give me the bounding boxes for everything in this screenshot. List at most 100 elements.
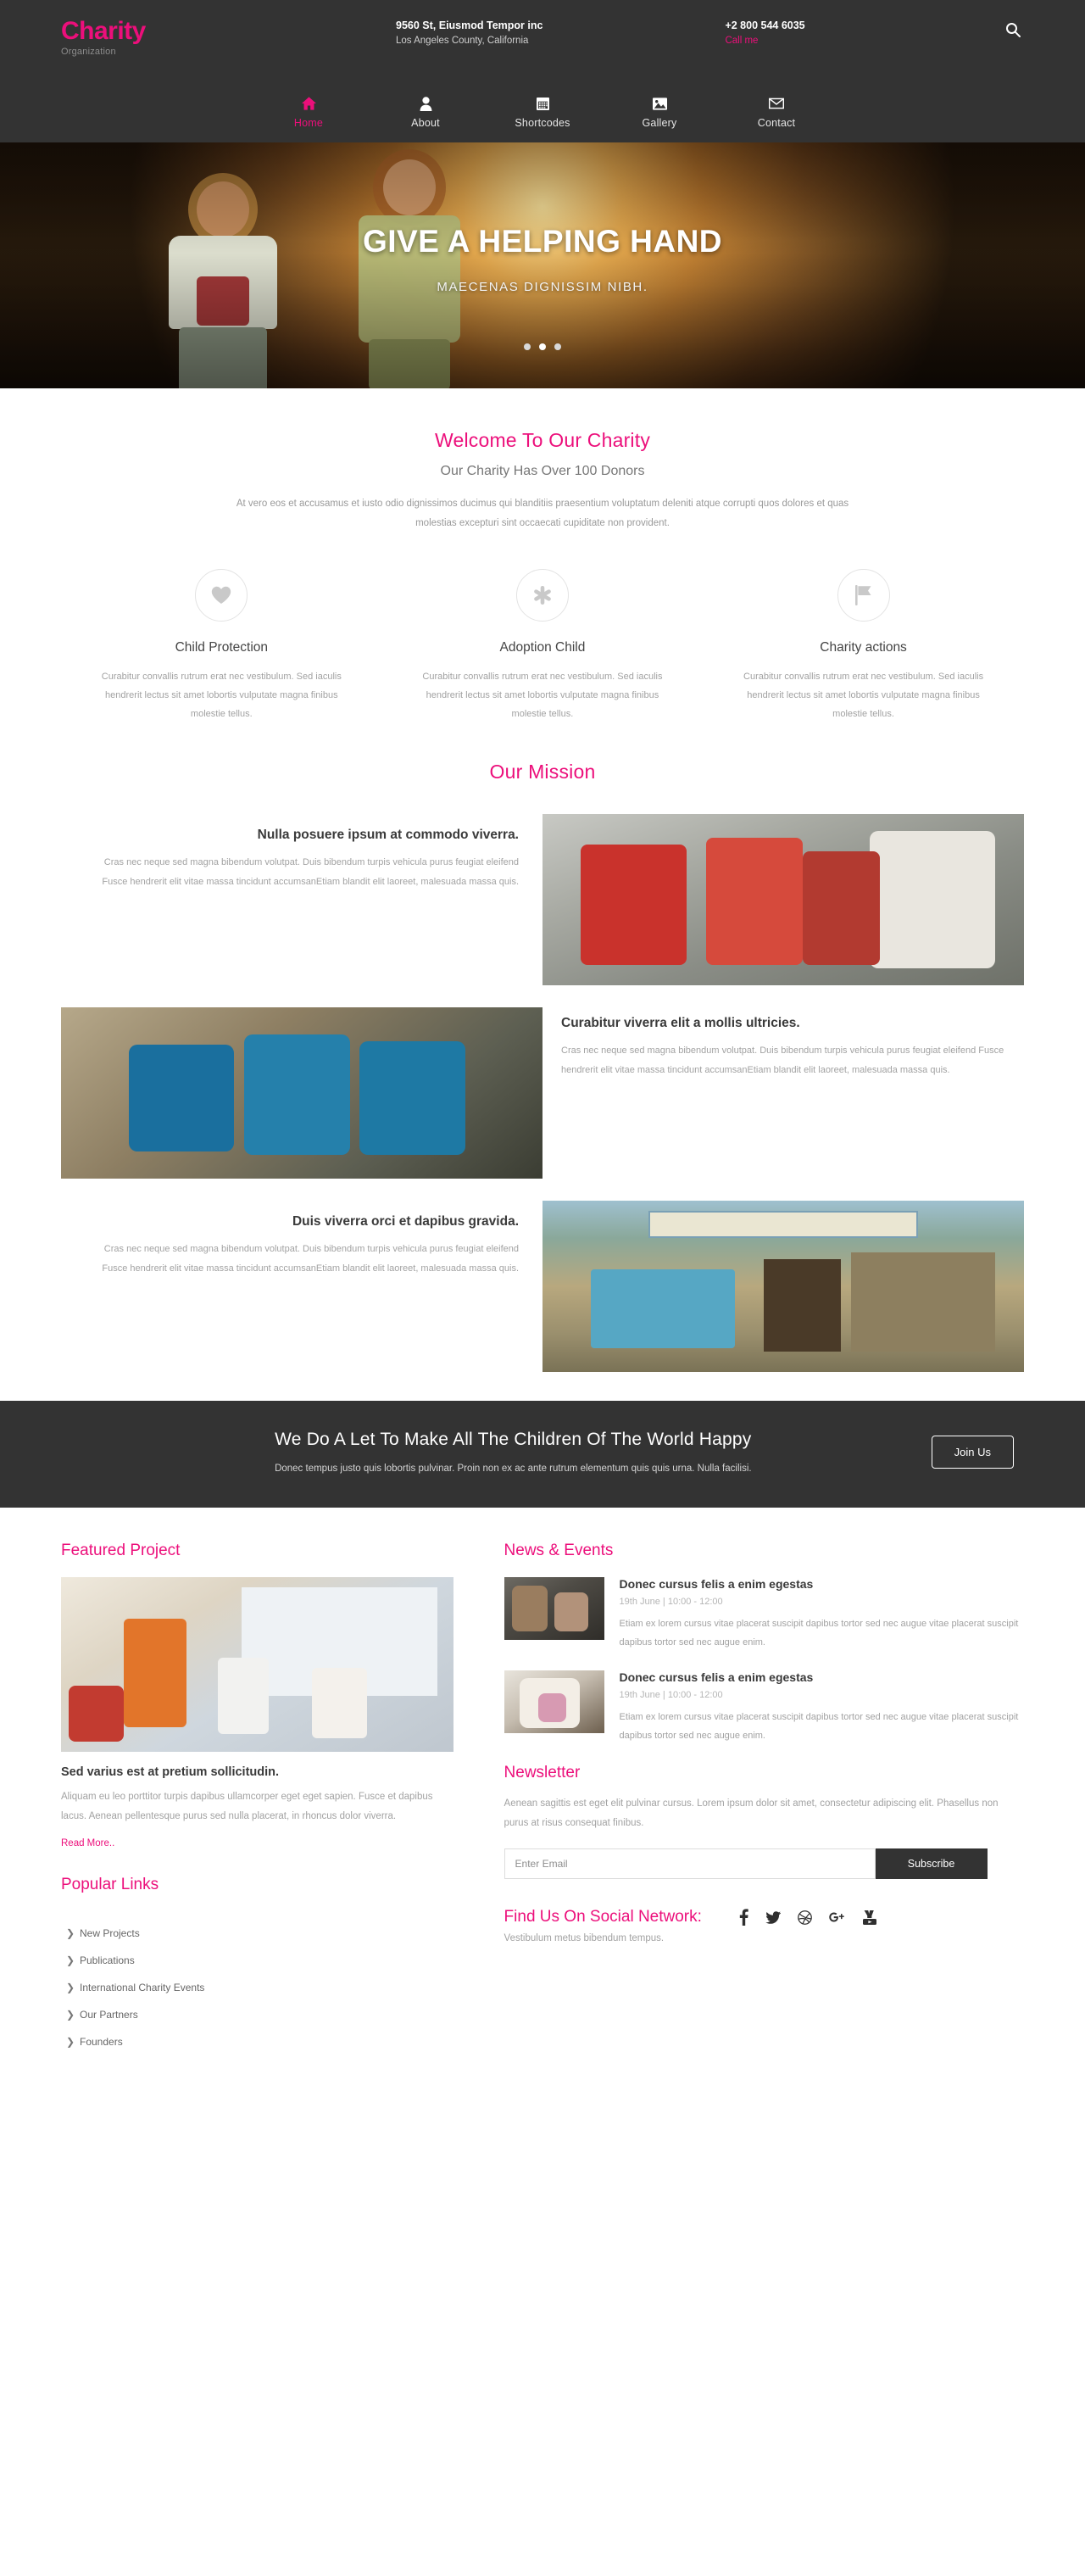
calendar-icon (484, 95, 601, 112)
heart-icon[interactable] (195, 569, 248, 622)
google-plus-icon[interactable] (829, 1910, 846, 1924)
services-list: Child Protection Curabitur convallis rut… (61, 569, 1024, 723)
nav-label-home: Home (293, 117, 324, 129)
news-meta: 19th June | 10:00 - 12:00 (619, 1597, 723, 1607)
popular-link-label: Founders (80, 2036, 123, 2048)
news-body: Donec cursus felis a enim egestas 19th J… (620, 1670, 1024, 1745)
chevron-right-icon: ❯ (66, 2036, 75, 2048)
news-meta: 19th June | 10:00 - 12:00 (619, 1690, 723, 1700)
news-text: Etiam ex lorem cursus vitae placerat sus… (619, 1619, 1019, 1648)
list-item[interactable]: ❯ Publications (61, 1947, 453, 1974)
read-more-link[interactable]: Read More.. (61, 1838, 114, 1848)
mission-title: Our Mission (489, 761, 596, 783)
chevron-right-icon: ❯ (66, 2009, 75, 2021)
social-title: Find Us On Social Network: (504, 1908, 702, 1926)
brand-logo[interactable]: Charity Organization (61, 19, 273, 58)
nav-label-about: About (411, 117, 440, 129)
hero-title: GIVE A HELPING HAND (362, 224, 723, 259)
cta-heading: We Do A Let To Make All The Children Of … (275, 1430, 752, 1449)
top-bar: Charity Organization 9560 St, Eiusmod Te… (0, 0, 1085, 92)
list-item[interactable]: ❯ New Projects (61, 1920, 453, 1947)
twitter-icon[interactable] (765, 1910, 781, 1924)
popular-link-label: New Projects (80, 1927, 140, 1939)
featured-project-text: Aliquam eu leo porttitor turpis dapibus … (61, 1792, 433, 1821)
call-me-link[interactable]: Call me (725, 34, 804, 48)
header-phone: +2 800 544 6035 Call me (725, 19, 804, 48)
user-icon (367, 95, 484, 112)
newsletter-section: Newsletter Aenean sagittis est eget elit… (504, 1764, 1024, 1879)
hero-dot-1[interactable] (524, 343, 531, 350)
service-name: Child Protection (175, 640, 269, 655)
nav-item-home[interactable]: Home (250, 92, 367, 129)
flag-icon[interactable] (837, 569, 890, 622)
news-column: News & Events Donec cursus felis a enim … (504, 1542, 1024, 2055)
phone-number: +2 800 544 6035 (725, 20, 805, 31)
list-item[interactable]: ❯ Our Partners (61, 2001, 453, 2028)
hero-dot-2[interactable] (539, 343, 546, 350)
news-heading: Donec cursus felis a enim egestas (619, 1577, 814, 1591)
header-address: 9560 St, Eiusmod Tempor inc Los Angeles … (396, 19, 542, 48)
nav-label-shortcodes: Shortcodes (515, 117, 570, 129)
chevron-right-icon: ❯ (66, 1982, 75, 1993)
mission-row-1: Nulla posuere ipsum at commodo viverra. … (61, 814, 1024, 985)
news-heading: Donec cursus felis a enim egestas (619, 1670, 814, 1684)
social-row: Find Us On Social Network: (504, 1908, 1024, 1926)
mission-body: Cras nec neque sed magna bibendum volutp… (102, 857, 519, 887)
nav-label-gallery: Gallery (642, 117, 677, 129)
welcome-section: Welcome To Our Charity Our Charity Has O… (61, 388, 1024, 723)
hero-subtitle: MAECENAS DIGNISSIM NIBH. (437, 280, 648, 294)
list-item[interactable]: ❯ Founders (61, 2028, 453, 2055)
mission-text-block: Duis viverra orci et dapibus gravida. Cr… (61, 1201, 542, 1278)
join-us-button[interactable]: Join Us (931, 1435, 1014, 1469)
facebook-icon[interactable] (739, 1909, 748, 1926)
hero-content: GIVE A HELPING HAND MAECENAS DIGNISSIM N… (0, 224, 1085, 294)
cta-text-block: We Do A Let To Make All The Children Of … (61, 1430, 932, 1474)
mission-section: Our Mission Nulla posuere ipsum at commo… (61, 723, 1024, 1372)
mission-body: Cras nec neque sed magna bibendum volutp… (561, 1045, 1004, 1075)
home-icon (250, 95, 367, 112)
welcome-description: At vero eos et accusamus et iusto odio d… (236, 499, 849, 528)
news-text: Etiam ex lorem cursus vitae placerat sus… (619, 1712, 1019, 1741)
chevron-right-icon: ❯ (66, 1927, 75, 1939)
subscribe-button[interactable]: Subscribe (875, 1848, 988, 1879)
mission-heading: Curabitur viverra elit a mollis ultricie… (561, 1016, 800, 1030)
youtube-icon[interactable] (862, 1910, 876, 1925)
nav-item-gallery[interactable]: Gallery (601, 92, 718, 129)
mission-image-1 (542, 814, 1024, 985)
email-input[interactable] (504, 1848, 876, 1879)
asterisk-icon[interactable] (515, 569, 569, 622)
mission-rows: Nulla posuere ipsum at commodo viverra. … (61, 814, 1024, 1372)
featured-project-image[interactable] (61, 1577, 453, 1752)
service-name: Adoption Child (499, 640, 586, 655)
news-events-title: News & Events (504, 1542, 614, 1559)
social-subtitle: Vestibulum metus bibendum tempus. (504, 1933, 665, 1943)
social-section: Find Us On Social Network: Vestibulum me… (504, 1908, 1024, 1943)
cta-inner: We Do A Let To Make All The Children Of … (61, 1430, 1024, 1474)
search-icon[interactable] (1002, 19, 1024, 41)
newsletter-form: Subscribe (504, 1848, 988, 1879)
mission-text-block: Nulla posuere ipsum at commodo viverra. … (61, 814, 542, 891)
address-line-1: 9560 St, Eiusmod Tempor inc (396, 20, 543, 31)
service-child-protection: Child Protection Curabitur convallis rut… (61, 569, 382, 723)
header-info: 9560 St, Eiusmod Tempor inc Los Angeles … (273, 19, 1024, 48)
service-adoption-child: Adoption Child Curabitur convallis rutru… (382, 569, 704, 723)
cta-banner: We Do A Let To Make All The Children Of … (0, 1401, 1085, 1508)
service-text: Curabitur convallis rutrum erat nec vest… (422, 672, 663, 719)
list-item[interactable]: ❯ International Charity Events (61, 1974, 453, 2001)
mission-image-3 (542, 1201, 1024, 1372)
popular-link-label: International Charity Events (80, 1982, 205, 1993)
hero-dot-3[interactable] (554, 343, 561, 350)
address-line-2: Los Angeles County, California (396, 35, 529, 46)
envelope-icon (718, 95, 835, 112)
mission-row-3: Duis viverra orci et dapibus gravida. Cr… (61, 1201, 1024, 1372)
nav-item-about[interactable]: About (367, 92, 484, 129)
mission-row-2: Curabitur viverra elit a mollis ultricie… (61, 1007, 1024, 1179)
nav-item-contact[interactable]: Contact (718, 92, 835, 129)
social-icons (739, 1909, 876, 1926)
dribbble-icon[interactable] (798, 1910, 812, 1925)
nav-item-shortcodes[interactable]: Shortcodes (484, 92, 601, 129)
news-item[interactable]: Donec cursus felis a enim egestas 19th J… (504, 1670, 1024, 1745)
popular-link-label: Our Partners (80, 2009, 138, 2021)
news-thumbnail (504, 1577, 604, 1640)
news-item[interactable]: Donec cursus felis a enim egestas 19th J… (504, 1577, 1024, 1652)
